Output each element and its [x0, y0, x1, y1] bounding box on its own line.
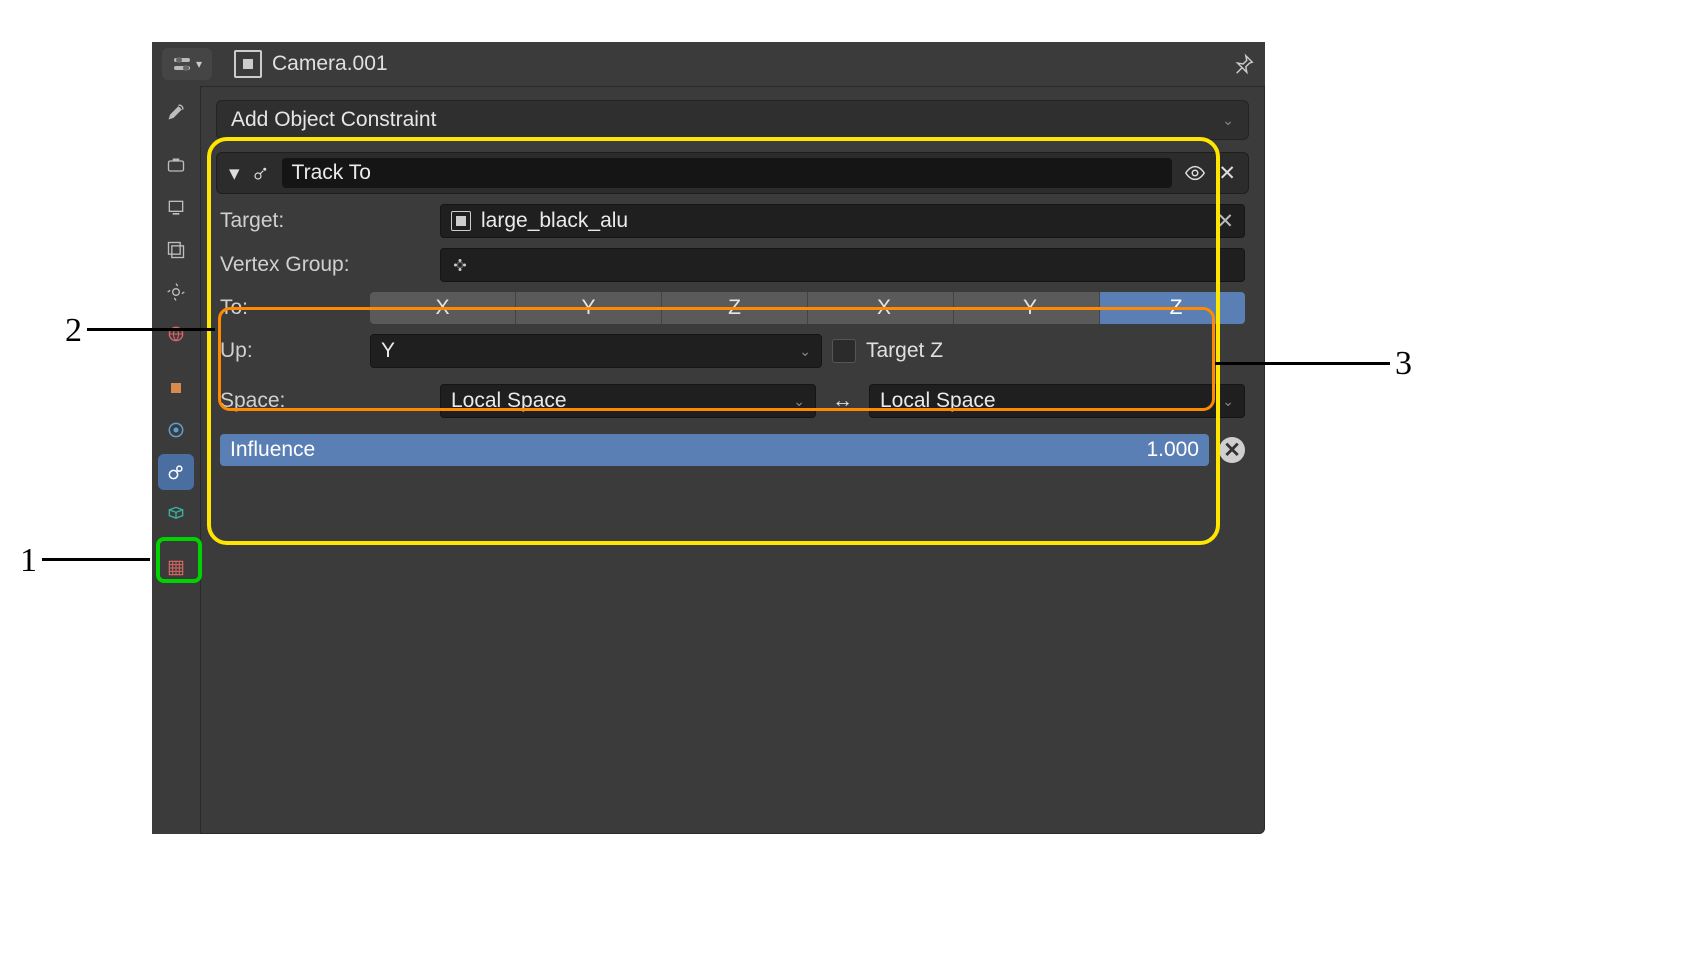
up-axis-value: Y: [381, 339, 395, 363]
annotation-2-line: [87, 328, 215, 331]
constraint-header: ▾ Track To ✕: [216, 152, 1249, 194]
active-object-name: Camera.001: [272, 52, 388, 76]
target-label: Target:: [220, 209, 430, 233]
to-option-negy[interactable]: -Y: [954, 292, 1100, 324]
constraint-type-icon: [252, 164, 270, 182]
to-option-negx[interactable]: -X: [808, 292, 954, 324]
tab-output[interactable]: [158, 190, 194, 226]
chevron-down-icon: ⌄: [793, 393, 805, 410]
annotation-3-line: [1215, 362, 1390, 365]
object-icon: [234, 50, 262, 78]
chevron-down-icon: ▾: [196, 57, 202, 71]
tab-constraints[interactable]: [158, 454, 194, 490]
chevron-down-icon: ⌄: [799, 343, 811, 360]
swap-space-icon[interactable]: ↔: [826, 389, 859, 413]
tab-scene[interactable]: [158, 274, 194, 310]
tab-render[interactable]: [158, 148, 194, 184]
properties-panel: ▾ Camera.001: [152, 42, 1265, 834]
target-z-checkbox[interactable]: [832, 339, 856, 363]
space-left-select[interactable]: Local Space ⌄: [440, 384, 816, 418]
clear-icon[interactable]: ✕: [1216, 209, 1234, 234]
annotation-1-line: [42, 558, 150, 561]
tab-tool[interactable]: [158, 94, 194, 130]
vertex-group-label: Vertex Group:: [220, 253, 430, 277]
vertex-group-icon: [451, 256, 469, 274]
eye-icon[interactable]: [1184, 162, 1206, 184]
target-z-label: Target Z: [866, 339, 943, 363]
annotation-1: 1: [20, 542, 37, 580]
panel-body: Add Object Constraint ⌄ ▾ Track To ✕: [200, 86, 1265, 834]
influence-reset-icon[interactable]: ✕: [1219, 437, 1245, 463]
tab-viewlayer[interactable]: [158, 232, 194, 268]
add-object-constraint-dropdown[interactable]: Add Object Constraint ⌄: [216, 100, 1249, 140]
space-label: Space:: [220, 389, 430, 413]
influence-slider[interactable]: Influence 1.000: [220, 434, 1209, 466]
properties-tab-strip: [152, 86, 201, 834]
tab-data[interactable]: [158, 496, 194, 532]
chevron-down-icon: ⌄: [1222, 393, 1234, 410]
pin-icon[interactable]: [1233, 53, 1255, 75]
influence-value: 1.000: [1146, 438, 1199, 462]
close-icon[interactable]: ✕: [1218, 161, 1236, 186]
chevron-down-icon: ⌄: [1222, 112, 1234, 129]
to-option-negz[interactable]: -Z: [1100, 292, 1245, 324]
to-option-z[interactable]: Z: [662, 292, 808, 324]
up-label: Up:: [220, 339, 360, 363]
constraint-name: Track To: [292, 161, 371, 185]
annotation-3: 3: [1395, 345, 1412, 383]
tab-modifiers[interactable]: [158, 412, 194, 448]
influence-label: Influence: [230, 438, 315, 462]
editor-type-button[interactable]: ▾: [162, 48, 212, 80]
to-option-y[interactable]: Y: [516, 292, 662, 324]
tab-object[interactable]: [158, 370, 194, 406]
target-picker[interactable]: large_black_alu ✕: [440, 204, 1245, 238]
up-axis-select[interactable]: Y ⌄: [370, 334, 822, 368]
to-label: To:: [220, 296, 360, 320]
space-right-value: Local Space: [880, 389, 996, 413]
active-object-chip[interactable]: Camera.001: [224, 46, 398, 82]
vertex-group-picker[interactable]: [440, 248, 1245, 282]
space-right-select[interactable]: Local Space ⌄: [869, 384, 1245, 418]
to-option-x[interactable]: X: [370, 292, 516, 324]
panel-header: ▾ Camera.001: [152, 42, 1265, 87]
slider-icon: [172, 54, 192, 74]
collapse-toggle-icon[interactable]: ▾: [229, 161, 240, 186]
annotation-2: 2: [65, 312, 82, 350]
add-constraint-label: Add Object Constraint: [231, 108, 436, 132]
tab-world[interactable]: [158, 316, 194, 352]
constraint-name-field[interactable]: Track To: [282, 158, 1173, 188]
constraint-trackto: ▾ Track To ✕ Target:: [216, 152, 1249, 466]
space-left-value: Local Space: [451, 389, 567, 413]
target-value: large_black_alu: [481, 209, 628, 233]
tab-texture[interactable]: [158, 550, 194, 586]
object-icon: [451, 211, 471, 231]
to-axis-segmented: XYZ-X-Y-Z: [370, 292, 1245, 324]
